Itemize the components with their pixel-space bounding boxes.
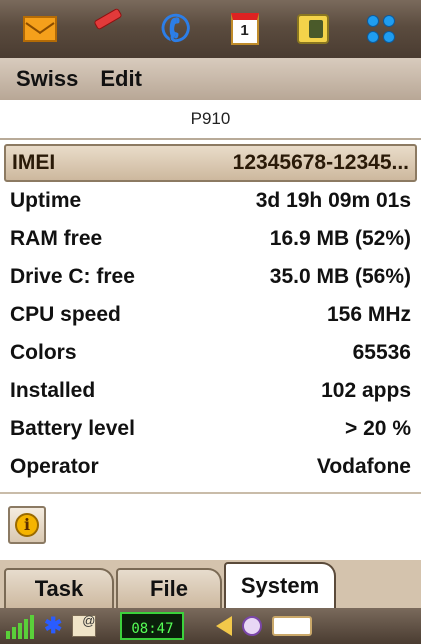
clock: 08:47 [120,612,185,640]
info-row-drive-c-free[interactable]: Drive C: free 35.0 MB (56%) [0,258,421,296]
menu-edit[interactable]: Edit [100,66,142,92]
info-label: Uptime [10,189,82,212]
tab-system[interactable]: System [224,562,336,608]
info-value: Vodafone [316,455,411,478]
message-icon: @ [72,614,97,637]
info-label: Operator [10,455,99,478]
info-label: Drive C: free [10,265,135,288]
info-value: 3d 19h 09m 01s [255,189,411,212]
info-value: 65536 [352,341,411,364]
contacts-button[interactable] [88,7,128,49]
info-value: 35.0 MB (56%) [269,265,411,288]
info-row-ram-free[interactable]: RAM free 16.9 MB (52%) [0,220,421,258]
media-icon [296,14,329,44]
apps-grid-icon [366,15,395,43]
device-model-title: P910 [0,100,421,140]
info-row-operator[interactable]: Operator Vodafone [0,448,421,486]
info-value: 16.9 MB (52%) [269,227,411,250]
media-button[interactable] [293,9,333,49]
contacts-icon [90,7,126,44]
phone-button[interactable]: ✆ [155,4,198,53]
info-row-installed[interactable]: Installed 102 apps [0,372,421,410]
info-value: 156 MHz [326,303,411,326]
info-label: CPU speed [10,303,121,326]
volume-icon[interactable] [216,616,233,636]
info-row-battery-level[interactable]: Battery level > 20 % [0,410,421,448]
info-value: > 20 % [345,417,411,440]
bluetooth-icon: ✱ [44,613,63,638]
info-row-uptime[interactable]: Uptime 3d 19h 09m 01s [0,182,421,220]
info-icon: i [15,513,39,537]
signal-strength-icon [6,613,34,639]
tab-bar: Task File System [0,560,421,608]
info-row-colors[interactable]: Colors 65536 [0,334,421,372]
status-bar: ✱ @ 08:47 [0,608,421,644]
app-launcher-bar: ✆ 1 [0,0,421,58]
info-value: 102 apps [321,379,411,402]
system-info-list: IMEI 12345678-12345... Uptime 3d 19h 09m… [0,144,421,486]
tab-file[interactable]: File [116,568,222,608]
info-label: RAM free [10,227,103,250]
info-label: Installed [10,379,96,402]
messaging-icon [23,16,58,42]
menu-bar: Swiss Edit [0,58,421,100]
profile-icon[interactable] [242,616,263,636]
messaging-button[interactable] [20,9,60,49]
menu-swiss[interactable]: Swiss [16,66,78,92]
calendar-icon: 1 [230,13,259,45]
phone-icon: ✆ [155,4,198,53]
info-label: IMEI [12,151,56,174]
info-row-imei[interactable]: IMEI 12345678-12345... [4,144,417,182]
info-label: Colors [10,341,77,364]
info-row-cpu-speed[interactable]: CPU speed 156 MHz [0,296,421,334]
info-button[interactable]: i [8,506,46,544]
calendar-button[interactable]: 1 [225,9,265,49]
info-label: Battery level [10,417,135,440]
battery-icon [272,616,313,636]
apps-grid-button[interactable] [361,9,401,49]
info-value: 12345678-12345... [232,151,409,174]
action-area: i [0,492,421,560]
tab-task[interactable]: Task [4,568,114,608]
